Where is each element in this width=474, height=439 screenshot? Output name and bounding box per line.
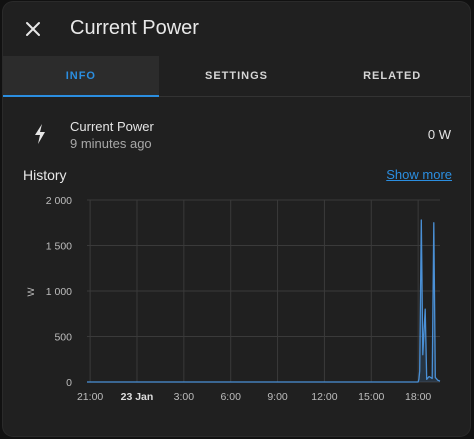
- x-tick-label: 21:00: [77, 391, 103, 403]
- more-info-dialog: Current Power INFO SETTINGS RELATED Curr…: [3, 2, 470, 436]
- x-tick-label: 9:00: [267, 391, 288, 403]
- y-tick-label: 500: [54, 332, 72, 344]
- y-tick-label: 2 000: [46, 195, 72, 207]
- x-tick-label: 18:00: [405, 391, 431, 403]
- y-tick-label: 1 500: [46, 241, 72, 253]
- y-axis-label: W: [26, 287, 37, 296]
- x-tick-label: 3:00: [174, 391, 195, 403]
- series-area: [87, 220, 440, 382]
- x-tick-label: 6:00: [220, 391, 241, 403]
- series-line: [87, 219, 441, 383]
- x-tick-label: 23 Jan: [121, 391, 154, 403]
- y-tick-label: 0: [66, 377, 72, 389]
- y-tick-label: 1 000: [46, 286, 72, 298]
- x-tick-label: 15:00: [358, 391, 384, 403]
- history-chart: 2 000 1 500 1 000 500 0 21:00 23 Jan 3:00 6:00 9…: [26, 195, 441, 403]
- x-tick-label: 12:00: [311, 391, 337, 403]
